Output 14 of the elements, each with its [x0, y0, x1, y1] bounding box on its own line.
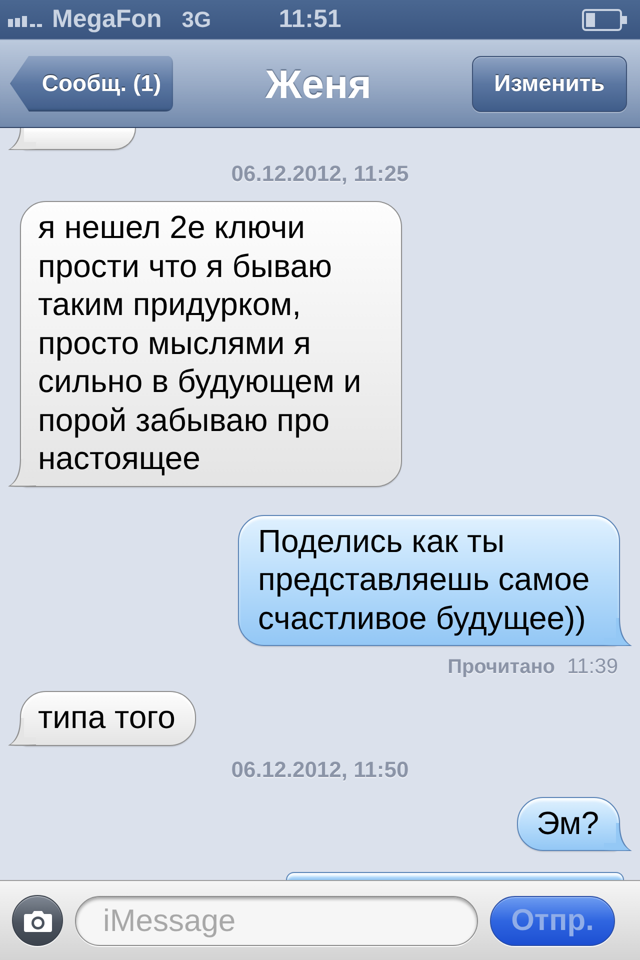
- contact-name: Женя: [266, 62, 372, 108]
- back-button[interactable]: Сообщ. (1): [10, 56, 173, 112]
- message-input[interactable]: iMessage: [75, 896, 478, 946]
- timestamp: 06.12.2012, 11:25: [231, 162, 409, 186]
- camera-icon: [22, 908, 52, 932]
- carrier-name: MegaFon: [52, 5, 162, 34]
- read-time: 11:39: [567, 655, 618, 679]
- timestamp: 06.12.2012, 11:50: [231, 758, 409, 782]
- edit-button[interactable]: Изменить: [472, 56, 627, 112]
- battery-icon: [582, 8, 628, 30]
- read-status: Прочитано: [448, 655, 555, 679]
- clock-time: 11:51: [278, 5, 342, 34]
- camera-button[interactable]: [12, 895, 63, 946]
- network-type: 3G: [182, 6, 212, 32]
